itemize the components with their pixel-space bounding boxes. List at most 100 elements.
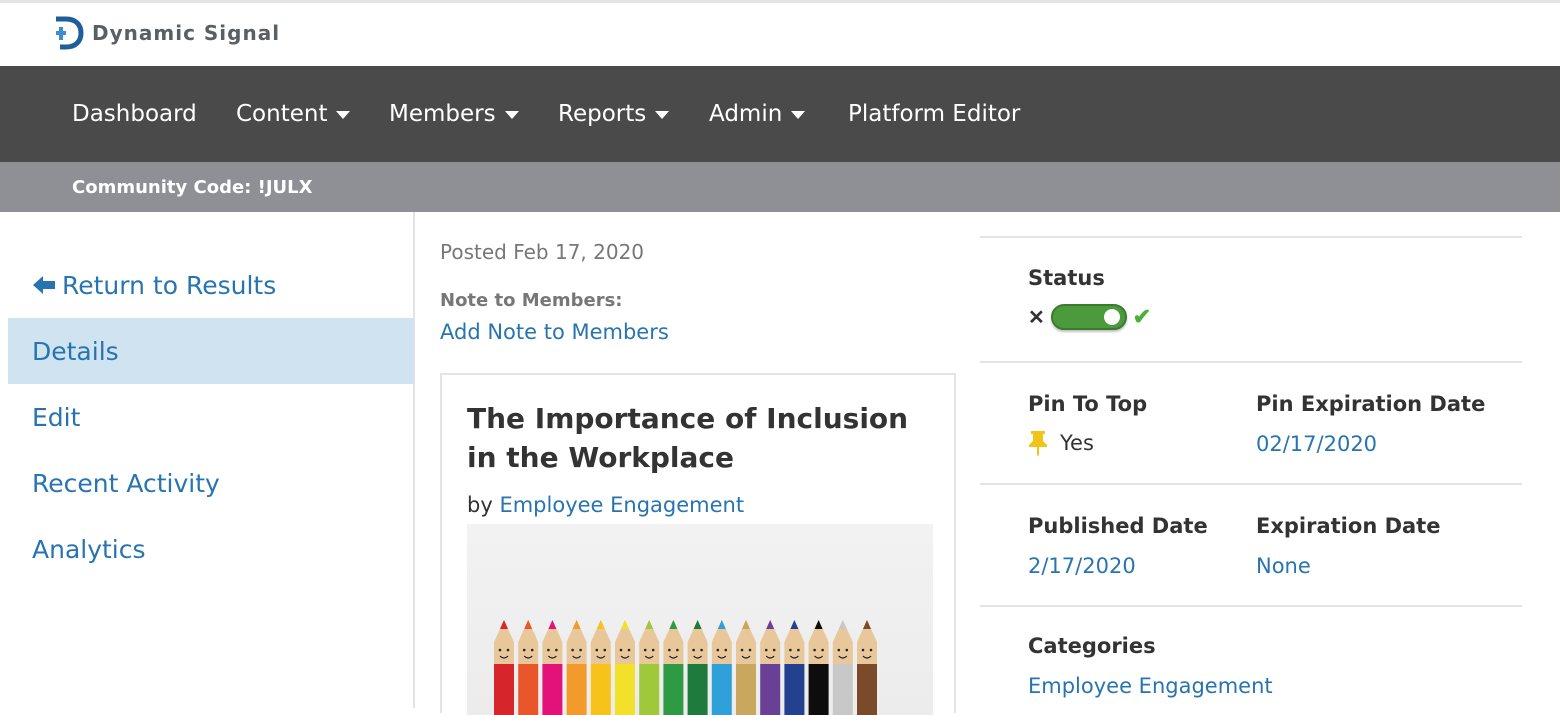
brand-logo[interactable]: Dynamic Signal — [52, 16, 280, 50]
pencil-eye — [579, 648, 582, 652]
pencil-face — [615, 642, 635, 664]
pencil-tip — [717, 620, 726, 629]
pencil-tip — [621, 620, 629, 629]
nav-members[interactable]: Members — [389, 66, 519, 162]
pencil-eye — [772, 648, 776, 652]
pencil-eye — [595, 648, 599, 652]
pencil-tip — [814, 620, 823, 629]
status-toggle[interactable] — [1050, 304, 1127, 330]
status-toggle-group: ✕ ✔ — [1028, 304, 1151, 330]
divider — [980, 483, 1522, 485]
pencil — [857, 620, 877, 715]
pencil-eye — [668, 648, 671, 652]
pencil-eye — [522, 648, 526, 652]
pencil-body — [590, 664, 611, 715]
sidebar-item-recent-activity[interactable]: Recent Activity — [8, 450, 414, 516]
post-title[interactable]: The Importance of Inclusion in the Workp… — [467, 399, 927, 477]
pin-to-top-label: Pin To Top — [1028, 392, 1148, 416]
pencil — [687, 620, 708, 715]
author-link[interactable]: Employee Engagement — [499, 493, 744, 517]
pencil — [832, 620, 853, 715]
pencil-face — [639, 642, 660, 664]
expiration-date-label: Expiration Date — [1256, 514, 1441, 538]
caret-down-icon — [504, 111, 519, 119]
sidebar-item-label: Edit — [32, 402, 81, 432]
sidebar-item-label: Analytics — [32, 534, 146, 564]
nav-content[interactable]: Content — [236, 66, 351, 162]
pencil-eye — [869, 648, 873, 652]
pencil-eye — [716, 648, 720, 652]
pencil-tip — [766, 620, 775, 629]
pencil-body — [687, 664, 708, 715]
pencil-body — [784, 664, 805, 715]
pencil-body — [857, 664, 877, 715]
published-date-value[interactable]: 2/17/2020 — [1028, 554, 1136, 578]
main-nav: Dashboard Content Members Reports Admin … — [0, 66, 1560, 162]
pencil-face — [494, 642, 514, 664]
pencil-face — [808, 642, 829, 664]
caret-down-icon — [655, 111, 670, 119]
dynamic-signal-logo-icon — [56, 16, 84, 50]
close-icon: ✕ — [1028, 306, 1045, 329]
pin-expiration-value[interactable]: 02/17/2020 — [1256, 432, 1377, 456]
pencil-eye — [789, 648, 792, 652]
pencil-face — [566, 642, 587, 664]
sidebar-item-analytics[interactable]: Analytics — [8, 516, 414, 582]
nav-label: Content — [236, 101, 328, 127]
pencil-body — [711, 664, 732, 715]
pencil-eye — [627, 648, 631, 652]
pencil — [711, 620, 732, 715]
pin-icon — [1029, 431, 1047, 456]
pencil-eye — [724, 648, 728, 652]
post-image[interactable] — [467, 524, 933, 715]
pencil-eye — [700, 648, 703, 652]
pencil — [760, 620, 781, 715]
status-label: Status — [1028, 266, 1105, 290]
sidebar: Return to Results Details Edit Recent Ac… — [0, 212, 415, 708]
pencil-eye — [571, 648, 574, 652]
pencil-face — [542, 642, 563, 664]
pencil-eye — [813, 648, 816, 652]
pencil-tip — [790, 620, 799, 629]
category-link[interactable]: Employee Engagement — [1028, 674, 1273, 698]
pencil-eye — [861, 648, 865, 652]
arrow-left-icon — [33, 276, 55, 294]
nav-admin[interactable]: Admin — [709, 66, 806, 162]
pencil-eye — [603, 648, 607, 652]
pencil — [736, 620, 756, 715]
sidebar-item-label: Recent Activity — [32, 468, 220, 498]
pencil — [518, 620, 539, 715]
expiration-date-value[interactable]: None — [1256, 554, 1311, 578]
add-note-link[interactable]: Add Note to Members — [440, 320, 669, 344]
pin-expiration-label: Pin Expiration Date — [1256, 392, 1486, 416]
pencil-face — [711, 642, 732, 664]
return-to-results-link[interactable]: Return to Results — [8, 252, 414, 318]
pencil-eye — [676, 648, 679, 652]
nav-platform-editor[interactable]: Platform Editor — [848, 66, 1020, 162]
pencil — [663, 620, 684, 715]
pencil-tip — [863, 620, 871, 629]
pencil-eye — [530, 648, 534, 652]
published-date-label: Published Date — [1028, 514, 1208, 538]
nav-dashboard[interactable]: Dashboard — [72, 66, 197, 162]
pencil-tip — [500, 620, 508, 629]
pencil-body — [494, 664, 514, 715]
pencil-tip — [742, 620, 750, 629]
sidebar-item-edit[interactable]: Edit — [8, 384, 414, 450]
nav-label: Reports — [558, 101, 647, 127]
nav-reports[interactable]: Reports — [558, 66, 670, 162]
posted-date: Posted Feb 17, 2020 — [440, 240, 645, 264]
pencil-eye — [797, 648, 800, 652]
pencil — [784, 620, 805, 715]
pencil-face — [760, 642, 781, 664]
pencil-body — [566, 664, 587, 715]
pencil — [566, 620, 587, 715]
community-bar: Community Code: !JULX — [0, 162, 1560, 212]
pencil-eye — [692, 648, 695, 652]
nav-label: Dashboard — [72, 101, 197, 127]
pencil-eye — [821, 648, 824, 652]
pencil — [615, 620, 635, 715]
sidebar-item-details[interactable]: Details — [8, 318, 414, 384]
divider — [980, 236, 1522, 238]
pencil — [494, 620, 514, 715]
